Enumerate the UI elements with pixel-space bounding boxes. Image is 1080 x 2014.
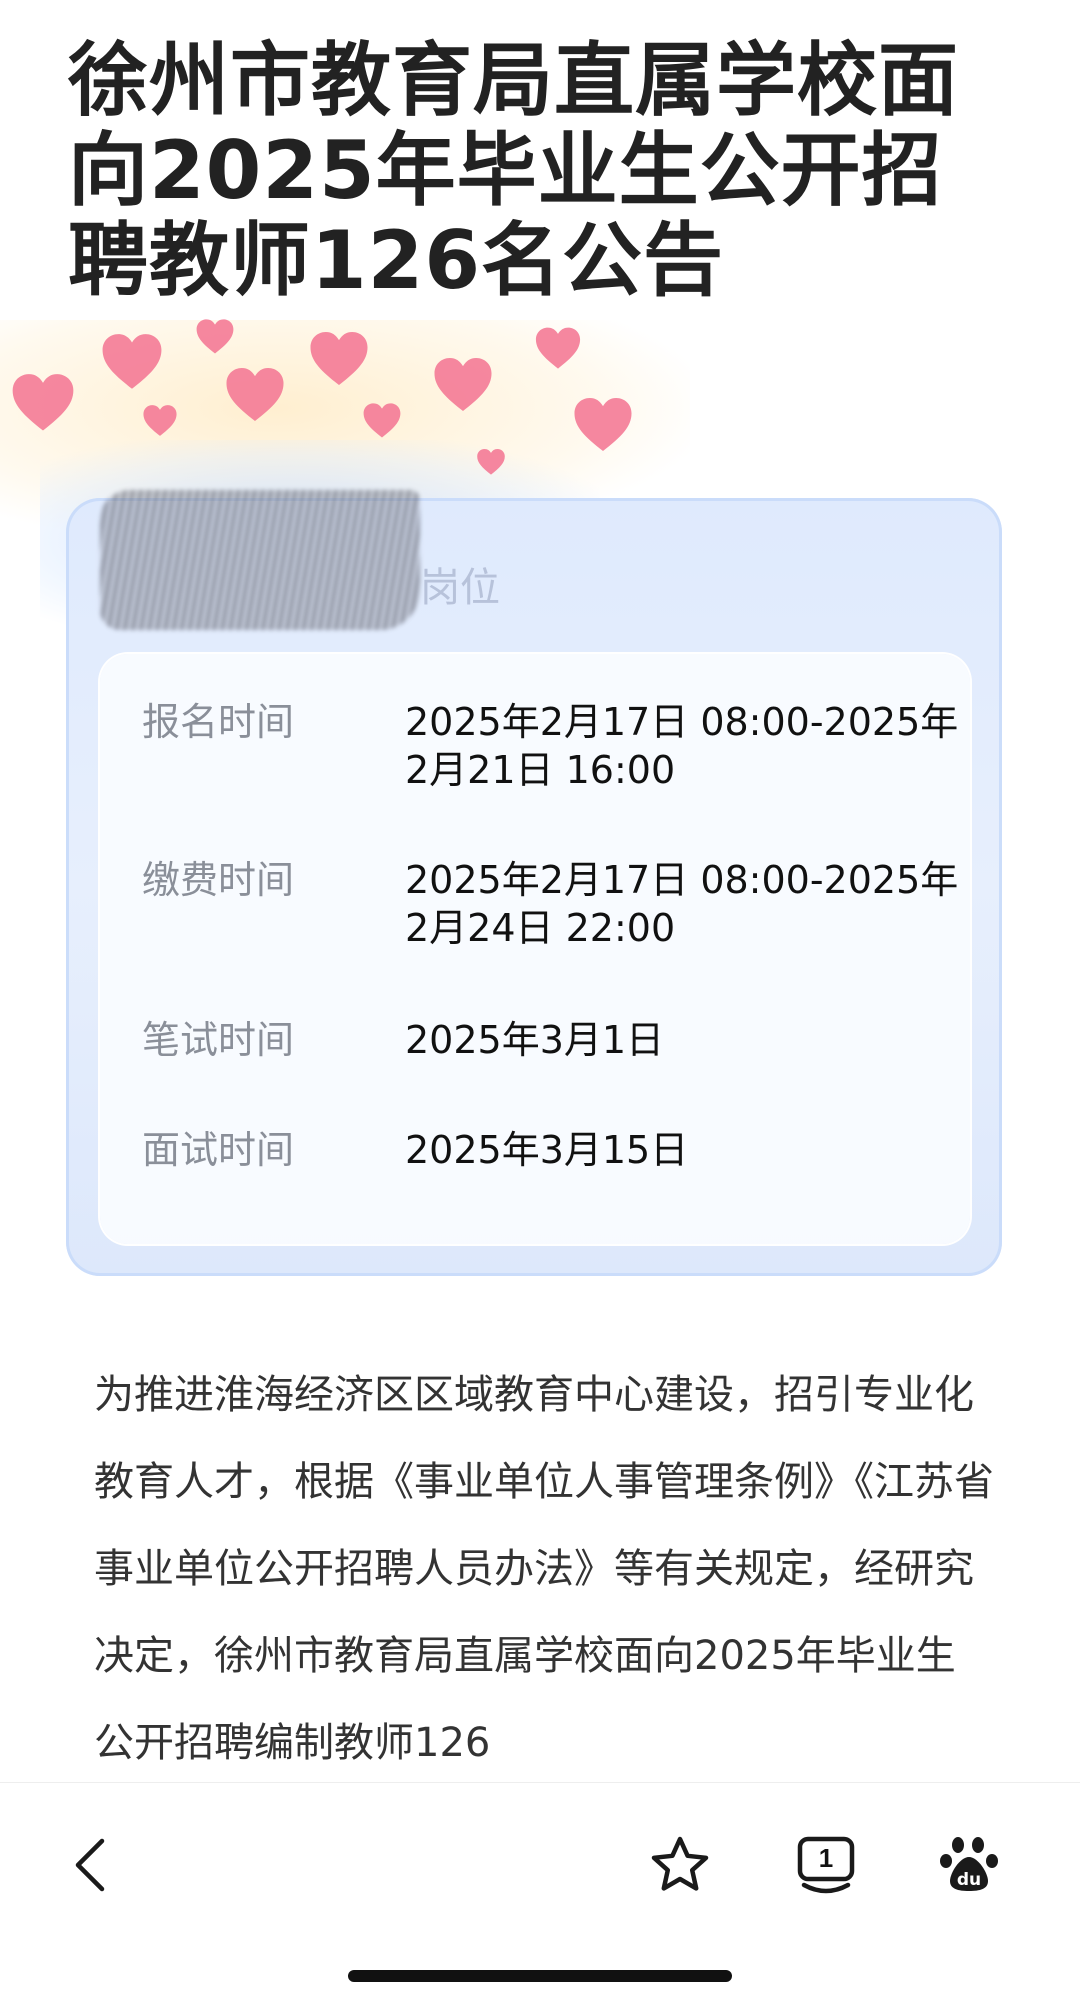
article-title: 徐州市教育局直属学校面向2025年毕业生公开招聘教师126名公告 [68,34,959,307]
baidu-button[interactable]: du [930,1825,1010,1905]
schedule-value: 2025年2月17日 08:00-2025年2月24日 22:00 [405,858,959,950]
card-header-partial: 岗位 [420,565,500,611]
schedule-label: 面试时间 [142,1128,295,1172]
tab-count: 1 [818,1843,834,1873]
tabs-button[interactable]: 1 [786,1825,866,1905]
back-icon [75,1838,105,1892]
schedule-label: 缴费时间 [142,858,295,902]
svg-text:du: du [957,1870,981,1890]
schedule-label: 笔试时间 [142,1018,295,1062]
schedule-value: 2025年2月17日 08:00-2025年2月21日 16:00 [405,700,959,792]
back-button[interactable] [52,1825,132,1905]
heart-icon [534,326,582,370]
home-indicator[interactable] [348,1970,732,1982]
favorite-button[interactable] [640,1825,720,1905]
star-icon [651,1836,709,1891]
heart-icon [224,366,286,423]
heart-icon [476,448,506,476]
heart-icon [362,402,402,439]
baidu-paw-icon: du [940,1837,998,1891]
schedule-value: 2025年3月15日 [405,1128,689,1172]
heart-icon [572,396,634,453]
heart-icon [308,330,370,387]
schedule-panel: 报名时间 2025年2月17日 08:00-2025年2月21日 16:00 缴… [100,654,970,1244]
heart-icon [10,372,76,433]
heart-icon [195,318,235,355]
schedule-label: 报名时间 [142,700,295,744]
heart-icon [432,356,494,413]
schedule-value: 2025年3月1日 [405,1018,665,1062]
redaction-scribble [100,490,420,630]
heart-icon [100,332,164,391]
article-body: 为推进淮海经济区区域教育中心建设，招引专业化教育人才，根据《事业单位人事管理条例… [94,1372,994,1766]
heart-icon [142,404,178,437]
